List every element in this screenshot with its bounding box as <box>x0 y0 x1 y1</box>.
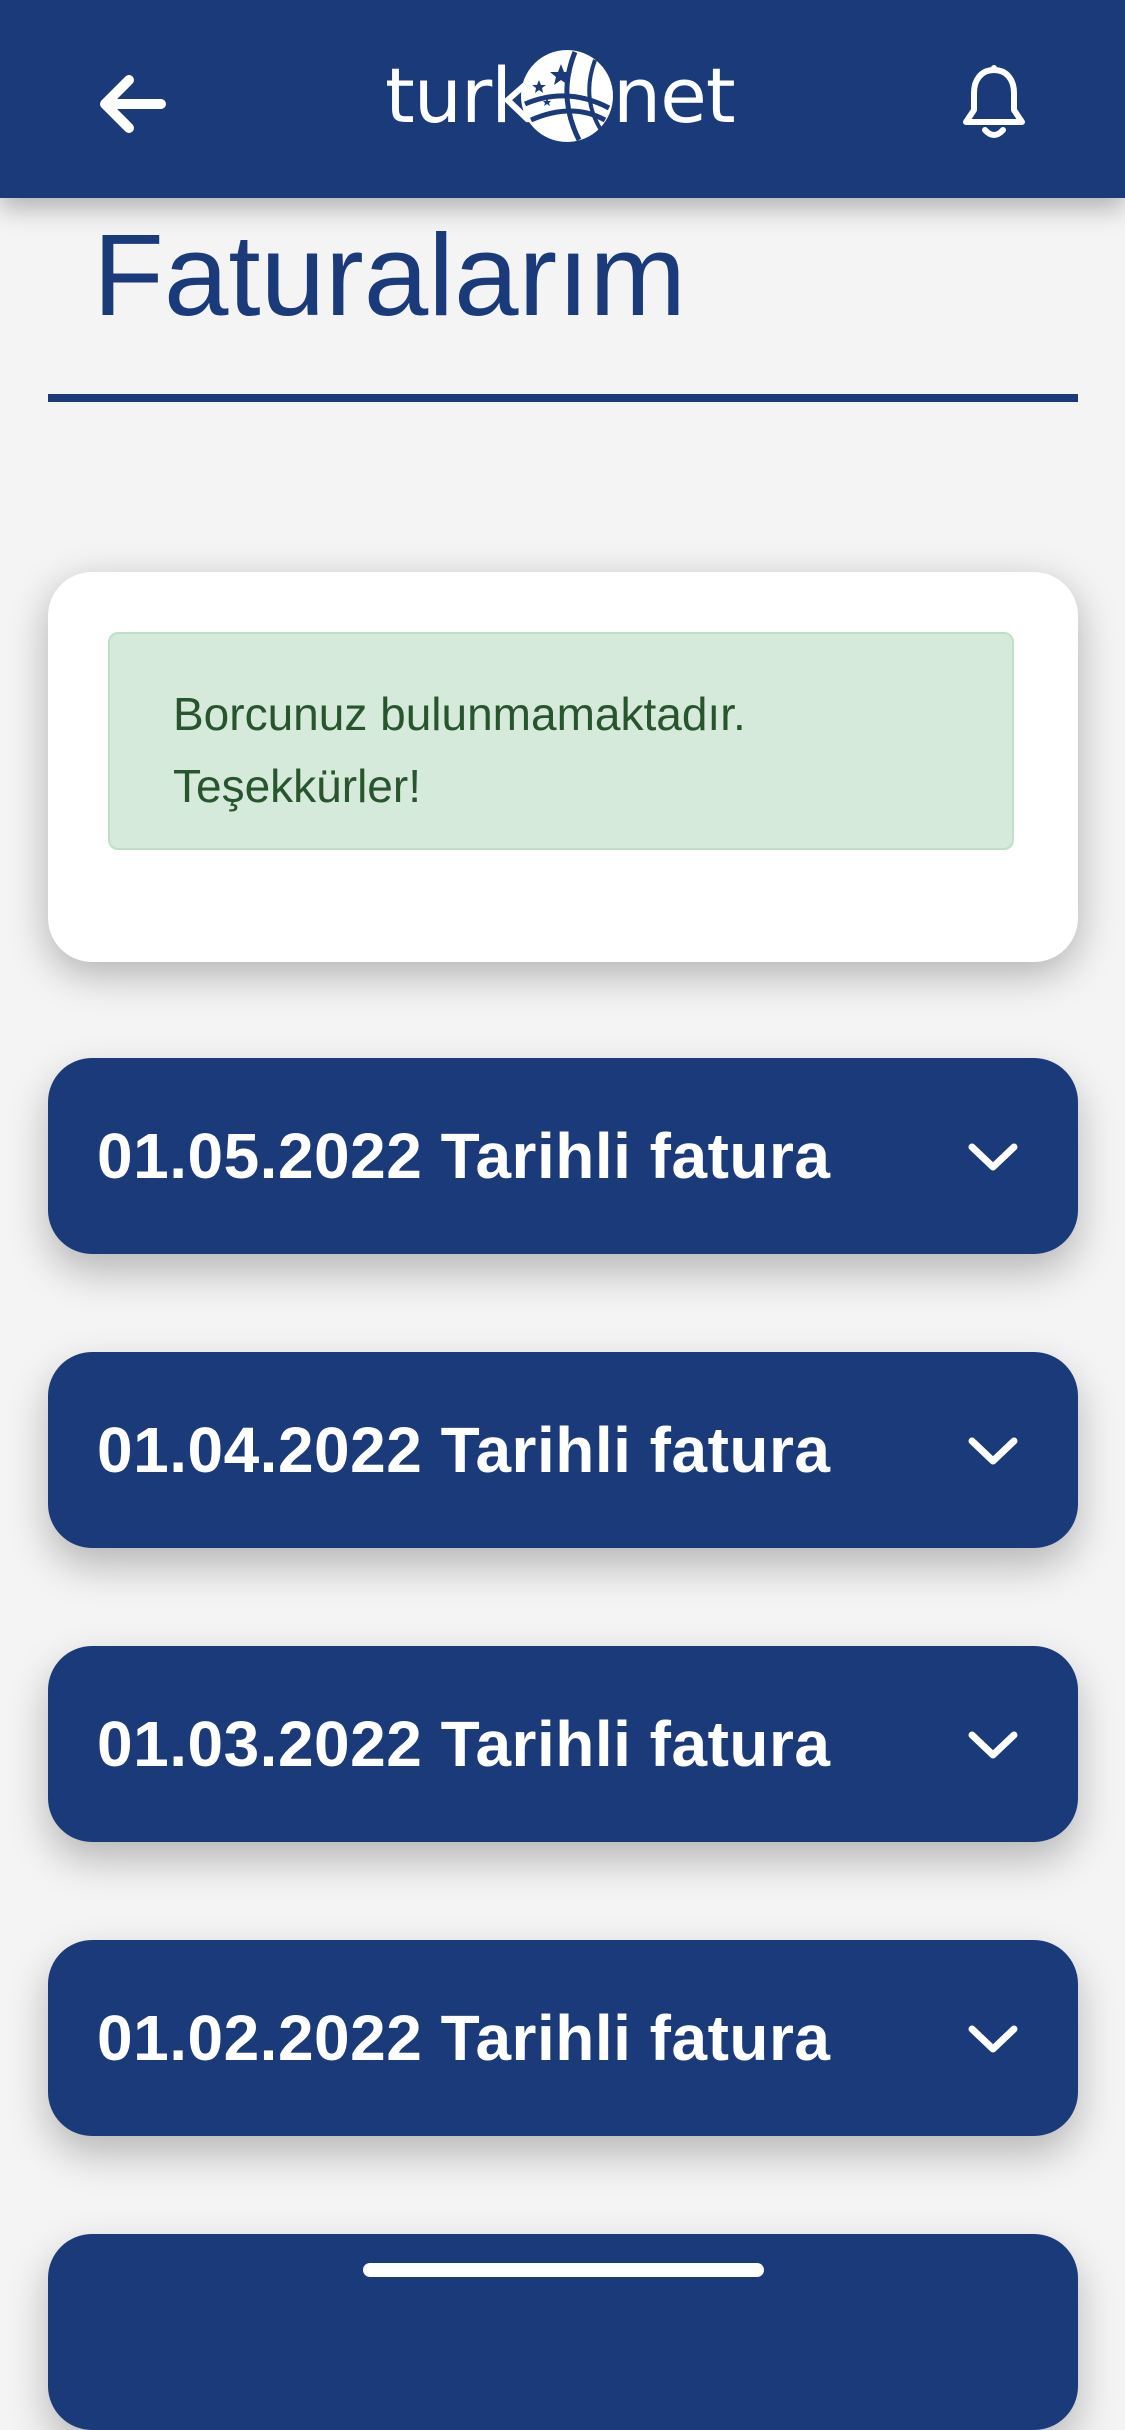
balance-status-card: Borcunuz bulunmamaktadır. Teşekkürler! <box>48 572 1078 962</box>
alert-thanks: Teşekkürler! <box>173 760 421 812</box>
chevron-down-icon <box>968 1731 1018 1759</box>
success-alert: Borcunuz bulunmamaktadır. Teşekkürler! <box>108 632 1014 850</box>
invoice-accordion-item[interactable]: 01.02.2022 Tarihli fatura <box>48 1940 1078 2136</box>
chevron-down-icon <box>968 1143 1018 1171</box>
arrow-left-icon <box>100 75 166 133</box>
home-indicator[interactable] <box>363 2263 764 2277</box>
title-divider <box>48 394 1078 402</box>
alert-message: Borcunuz bulunmamaktadır. <box>173 688 746 740</box>
logo-text-turk: turk <box>385 51 535 140</box>
invoice-label: 01.05.2022 Tarihli fatura <box>97 1120 831 1192</box>
notifications-button[interactable] <box>952 58 1036 148</box>
chevron-down-icon <box>968 1437 1018 1465</box>
bell-icon <box>963 65 1025 138</box>
logo-text-net: net <box>613 51 736 140</box>
invoice-label: 01.02.2022 Tarihli fatura <box>97 2002 831 2074</box>
back-button[interactable] <box>92 64 172 144</box>
invoice-accordion-item[interactable]: 01.03.2022 Tarihli fatura <box>48 1646 1078 1842</box>
globe-icon <box>521 50 613 142</box>
turknet-logo: turk net <box>385 40 745 150</box>
invoice-label: 01.03.2022 Tarihli fatura <box>97 1708 831 1780</box>
invoice-label: 01.04.2022 Tarihli fatura <box>97 1414 831 1486</box>
chevron-down-icon <box>968 2025 1018 2053</box>
invoice-accordion-item[interactable]: 01.04.2022 Tarihli fatura <box>48 1352 1078 1548</box>
page-title: Faturalarım <box>93 210 687 340</box>
app-header: turk net <box>0 0 1125 198</box>
invoice-accordion-item[interactable]: 01.05.2022 Tarihli fatura <box>48 1058 1078 1254</box>
